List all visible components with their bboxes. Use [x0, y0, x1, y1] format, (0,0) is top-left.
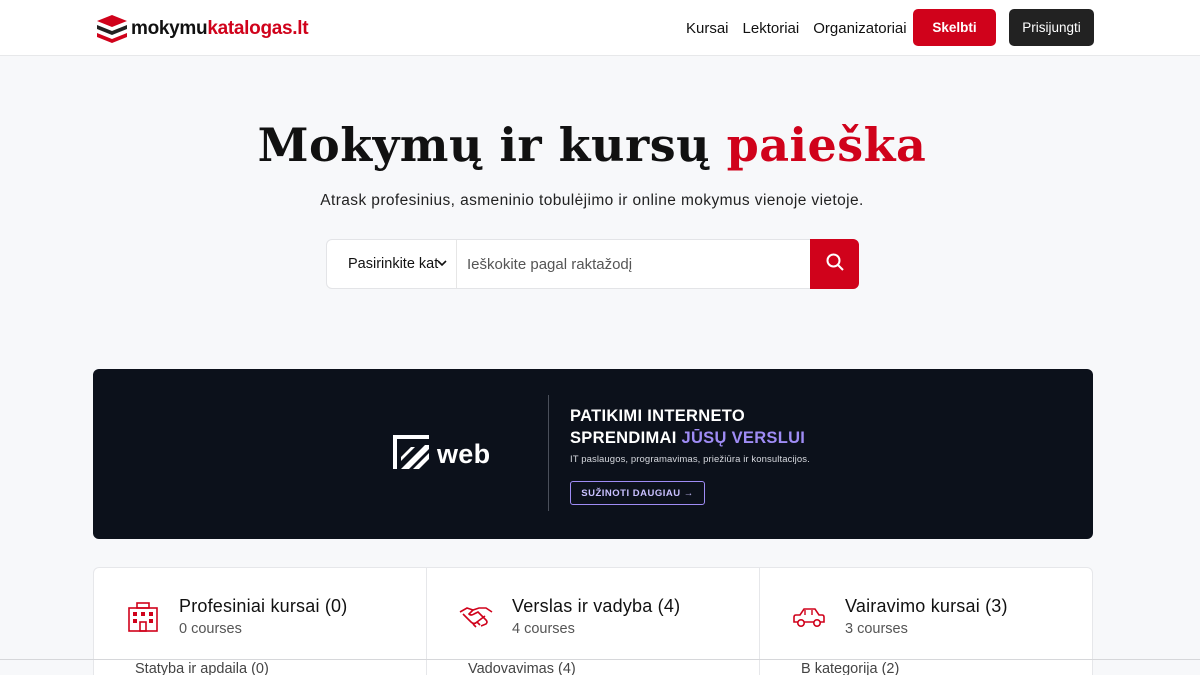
search-input[interactable] [457, 240, 810, 288]
category-count: 3 courses [845, 621, 908, 637]
logo-text: mokymukatalogas.lt [131, 18, 309, 40]
nav-courses[interactable]: Kursai [686, 20, 729, 37]
category-count: 4 courses [512, 621, 575, 637]
banner-headline-line1: PATIKIMI INTERNETO [570, 407, 745, 425]
banner-headline-plain: SPRENDIMAI [570, 429, 677, 447]
banner-description: IT paslaugos, programavimas, priežiūra i… [570, 454, 810, 465]
main-nav: Kursai Lektoriai Organizatoriai [686, 0, 921, 56]
building-icon [126, 602, 160, 632]
search-button[interactable] [810, 239, 859, 289]
publish-button[interactable]: Skelbti [913, 9, 996, 46]
search-icon [825, 252, 845, 277]
login-button[interactable]: Prisijungti [1009, 9, 1094, 46]
ad-banner[interactable]: web PATIKIMI INTERNETO SPRENDIMAI JŪSŲ V… [93, 369, 1093, 539]
banner-headline-line2: SPRENDIMAI JŪSŲ VERSLUI [570, 427, 805, 449]
banner-logo-icon [393, 435, 429, 474]
page-divider [0, 659, 1200, 660]
category-count: 0 courses [179, 621, 242, 637]
banner-divider [548, 395, 549, 511]
banner-cta-button[interactable]: SUŽINOTI DAUGIAU → [570, 481, 705, 505]
subcategory-link[interactable]: Statyba ir apdaila (0) [135, 661, 269, 675]
nav-organizers[interactable]: Organizatoriai [813, 20, 906, 37]
site-header: mokymukatalogas.lt Kursai Lektoriai Orga… [0, 0, 1200, 56]
logo-icon [95, 13, 129, 45]
subcategory-link[interactable]: B kategorija (2) [801, 661, 899, 675]
banner-headline: PATIKIMI INTERNETO SPRENDIMAI JŪSŲ VERSL… [570, 405, 805, 449]
category-select-value: Pasirinkite kat [348, 256, 439, 272]
search-bar: Pasirinkite kat [326, 239, 859, 289]
page-title: Mokymų ir kursų paieška [0, 118, 1184, 172]
logo-text-part2: katalogas.lt [207, 18, 309, 39]
page-title-accent: paieška [726, 118, 927, 172]
banner-brand: web [437, 439, 491, 469]
category-title: Vairavimo kursai (3) [845, 596, 1008, 616]
banner-logo: web [393, 435, 490, 474]
category-title: Profesiniai kursai (0) [179, 596, 348, 616]
nav-lecturers[interactable]: Lektoriai [743, 20, 800, 37]
car-icon [792, 602, 826, 632]
handshake-icon [459, 602, 493, 632]
banner-headline-accent: JŪSŲ VERSLUI [681, 429, 806, 447]
category-title: Verslas ir vadyba (4) [512, 596, 681, 616]
chevron-down-icon [436, 257, 448, 273]
category-select[interactable]: Pasirinkite kat [327, 240, 457, 288]
page-subtitle: Atrask profesinius, asmeninio tobulėjimo… [320, 192, 864, 209]
logo-text-part1: mokymu [131, 18, 208, 39]
subcategory-link[interactable]: Vadovavimas (4) [468, 661, 576, 675]
site-logo[interactable]: mokymukatalogas.lt [95, 13, 309, 45]
page-title-main: Mokymų ir kursų [257, 118, 711, 172]
